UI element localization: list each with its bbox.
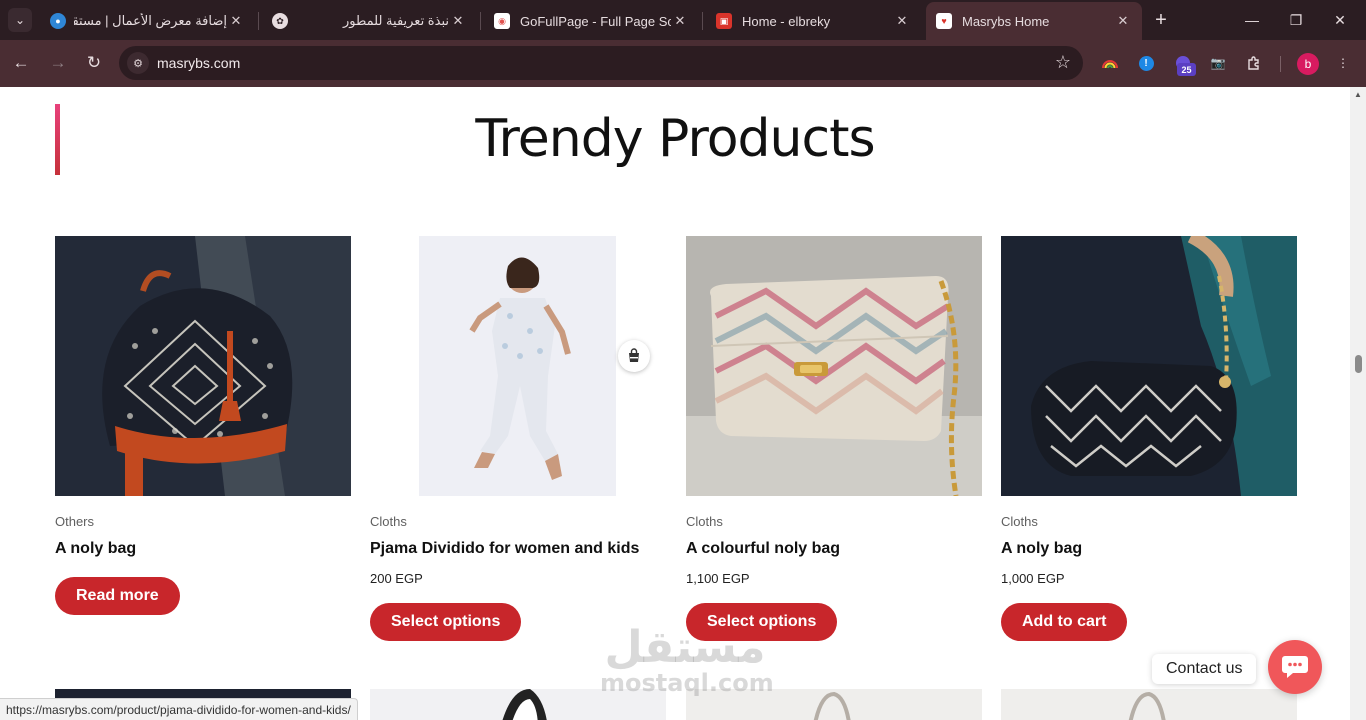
mostaql-icon: ● (50, 13, 66, 29)
tab-search-chevron-icon[interactable]: ⌄ (8, 8, 32, 32)
close-window-icon[interactable]: ✕ (1328, 8, 1352, 32)
close-tab-icon[interactable]: ✕ (449, 12, 467, 30)
profile-avatar[interactable]: b (1297, 53, 1319, 75)
elbreky-icon: ▣ (716, 13, 732, 29)
browser-tab-bar: ⌄ ● إضافة معرض الأعمال | مستقل ✕ ✿ نبذة … (0, 0, 1366, 40)
product-name[interactable]: A colourful noly bag (686, 540, 840, 558)
minimize-icon[interactable]: — (1240, 8, 1264, 32)
close-tab-icon[interactable]: ✕ (227, 12, 245, 30)
chat-bubble-icon (1282, 656, 1308, 678)
new-tab-plus-icon[interactable]: + (1150, 9, 1172, 31)
close-tab-icon[interactable]: ✕ (671, 12, 689, 30)
site-settings-icon[interactable]: ⚙ (127, 52, 149, 74)
tab-title: GoFullPage - Full Page Scree (520, 13, 671, 29)
product-image-backpack[interactable] (55, 236, 351, 496)
add-to-cart-shopping-bag-icon[interactable] (618, 340, 650, 372)
camera-extension-icon[interactable]: 📷 (1209, 54, 1227, 72)
tab-divider (258, 12, 259, 30)
tab-title: Home - elbreky (742, 13, 831, 29)
scroll-up-arrow-icon[interactable]: ▲ (1354, 90, 1362, 99)
gofullpage-icon: ◉ (494, 13, 510, 29)
contact-us-label[interactable]: Contact us (1152, 654, 1257, 684)
rainbow-extension-icon[interactable] (1101, 54, 1119, 72)
tab-divider (480, 12, 481, 30)
tab-masrybs[interactable]: ♥ Masrybs Home ✕ (926, 2, 1142, 40)
product-category[interactable]: Cloths (686, 514, 723, 529)
bookmark-star-icon[interactable]: ☆ (1055, 52, 1071, 73)
forward-arrow-icon[interactable]: → (47, 52, 69, 74)
product-price: 1,000 EGP (1001, 571, 1065, 586)
product-name[interactable]: A noly bag (1001, 540, 1082, 558)
add-to-cart-button[interactable]: Add to cart (1001, 603, 1128, 641)
reload-icon[interactable]: ↻ (83, 52, 105, 74)
product-category[interactable]: Cloths (1001, 514, 1038, 529)
product-image-noly-bag[interactable] (1001, 236, 1297, 496)
openai-icon: ✿ (272, 13, 288, 29)
menu-kebab-icon[interactable]: ⋮ (1334, 54, 1352, 72)
product-category[interactable]: Others (55, 514, 94, 529)
tab-title: إضافة معرض الأعمال | مستقل (74, 13, 227, 28)
product-name[interactable]: Pjama Dividido for women and kids (370, 540, 639, 558)
back-arrow-icon[interactable]: ← (10, 52, 32, 74)
tab-gofullpage[interactable]: ◉ GoFullPage - Full Page Scree ✕ (484, 6, 699, 36)
product-image-row2-3[interactable] (686, 689, 982, 720)
product-price: 200 EGP (370, 571, 423, 586)
select-options-button[interactable]: Select options (686, 603, 838, 641)
tab-title: Masrybs Home (962, 13, 1050, 29)
tab-mostaql[interactable]: ● إضافة معرض الأعمال | مستقل ✕ (40, 6, 255, 36)
tab-elbreky[interactable]: ▣ Home - elbreky ✕ (706, 6, 921, 36)
restore-icon[interactable]: ❐ (1284, 8, 1308, 32)
tab-developer-bio[interactable]: ✿ نبذة تعريفية للمطور ✕ (262, 6, 477, 36)
browser-toolbar: ← → ↻ ⚙ masrybs.com ☆ ! 📷 ⋮ (0, 40, 1366, 87)
scrollbar-thumb[interactable] (1355, 355, 1362, 373)
product-card: Others A noly bag Read more (55, 236, 351, 615)
product-image-row2-4[interactable] (1001, 689, 1297, 720)
section-title: Trendy Products (475, 109, 875, 169)
page-scrollbar[interactable]: ▲ (1350, 87, 1366, 720)
product-image-row2-2[interactable] (370, 689, 666, 720)
page-viewport: Trendy Products Others A noly bag Read m… (0, 87, 1350, 720)
product-card: Cloths A noly bag 1,000 EGP Add to cart (1001, 236, 1297, 641)
close-tab-icon[interactable]: ✕ (893, 12, 911, 30)
info-extension-icon[interactable]: ! (1137, 54, 1155, 72)
extensions-puzzle-icon[interactable] (1245, 54, 1263, 72)
tab-title: نبذة تعريفية للمطور (343, 13, 449, 28)
read-more-button[interactable]: Read more (55, 577, 180, 615)
product-card: Cloths A colourful noly bag 1,100 EGP Se… (686, 236, 982, 641)
link-preview-status: https://masrybs.com/product/pjama-dividi… (0, 698, 358, 720)
product-image-colourful-bag[interactable] (686, 236, 982, 496)
product-name[interactable]: A noly bag (55, 540, 136, 558)
address-bar[interactable]: ⚙ masrybs.com ☆ (119, 46, 1083, 80)
select-options-button[interactable]: Select options (370, 603, 522, 641)
toolbar-divider (1280, 56, 1281, 72)
product-price: 1,100 EGP (686, 571, 750, 586)
close-tab-icon[interactable]: ✕ (1114, 12, 1132, 30)
chat-bubble-button[interactable] (1268, 640, 1322, 694)
address-url[interactable]: masrybs.com (157, 55, 240, 71)
masrybs-icon: ♥ (936, 13, 952, 29)
extension-badge: 25 (1177, 63, 1196, 76)
tab-divider (702, 12, 703, 30)
product-category[interactable]: Cloths (370, 514, 407, 529)
